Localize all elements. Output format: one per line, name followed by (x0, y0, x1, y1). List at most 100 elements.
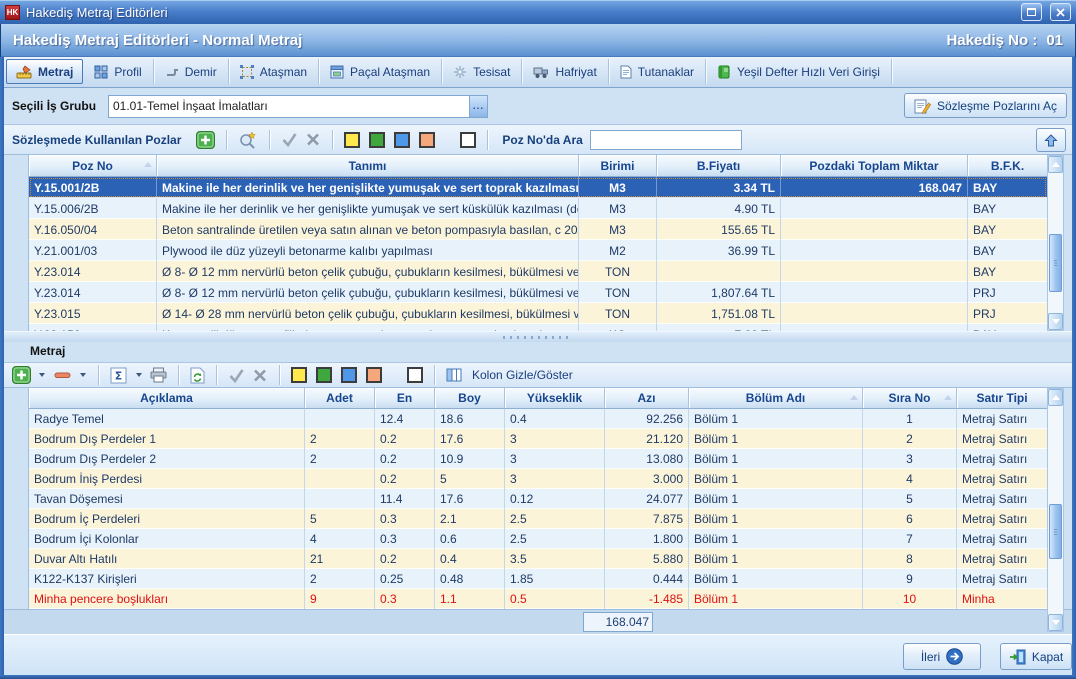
scroll-up-button[interactable] (1048, 389, 1063, 406)
cell-tanim: Kare ve dikdörtgen profillerle pencere v… (157, 324, 579, 331)
tab-2[interactable]: Demir (154, 59, 229, 84)
refresh-button[interactable] (190, 367, 205, 384)
metraj-scrollbar[interactable] (1047, 388, 1064, 632)
table-row[interactable]: Y.23.014Ø 8- Ø 12 mm nervürlü beton çeli… (29, 282, 1047, 303)
add-row-dropdown-icon[interactable] (39, 373, 45, 377)
column-header-5[interactable]: B.F.K. (968, 155, 1047, 177)
tab-4[interactable]: Paçal Ataşman (319, 59, 442, 84)
table-row[interactable]: Bodrum İniş Perdesi0.2533.000Bölüm 14Met… (29, 469, 1047, 489)
column-header-2[interactable]: En (375, 388, 435, 409)
color-swatch-2[interactable] (394, 132, 410, 148)
scroll-down-button[interactable] (1048, 614, 1063, 631)
cancel-icon[interactable] (305, 132, 321, 147)
browse-ellipsis-button[interactable]: ... (469, 96, 487, 117)
tab-5[interactable]: Tesisat (442, 59, 522, 84)
window-border-right (1072, 57, 1076, 679)
sum-dropdown-icon[interactable] (136, 373, 142, 377)
table-row[interactable]: Tavan Döşemesi11.417.60.1224.077Bölüm 15… (29, 489, 1047, 509)
table-row[interactable]: Y.23.015Ø 14- Ø 28 mm nervürlü beton çel… (29, 303, 1047, 324)
scroll-up-button[interactable] (1048, 156, 1063, 173)
confirm-icon[interactable] (281, 132, 298, 147)
close-button[interactable] (1050, 3, 1071, 21)
poz-search-input[interactable] (590, 130, 742, 150)
column-header-8[interactable]: Satır Tipi (957, 388, 1047, 409)
column-header-1[interactable]: Adet (305, 388, 375, 409)
table-row[interactable]: Y.16.050/04Beton santralinde üretilen ve… (29, 219, 1047, 240)
confirm-icon[interactable] (228, 368, 245, 383)
color-swatch-3[interactable] (419, 132, 435, 148)
cell-boy: 0.4 (435, 549, 505, 569)
collapse-panel-button[interactable] (1036, 128, 1066, 152)
column-header-4[interactable]: Yükseklik (505, 388, 605, 409)
color-swatch-1[interactable] (316, 367, 332, 383)
cell-boy: 0.48 (435, 569, 505, 589)
column-header-5[interactable]: Azı (605, 388, 689, 409)
tab-1[interactable]: Profil (83, 59, 153, 84)
scroll-thumb[interactable] (1049, 234, 1062, 292)
search-position-button[interactable] (238, 131, 258, 149)
color-swatch-0[interactable] (344, 132, 360, 148)
cell-bolum: Bölüm 1 (689, 509, 863, 529)
remove-row-dropdown-icon[interactable] (80, 373, 86, 377)
cell-tip: Metraj Satırı (957, 569, 1047, 589)
color-swatch-4[interactable] (407, 367, 423, 383)
work-group-combo[interactable]: 01.01-Temel İnşaat İmalatları ... (108, 95, 488, 118)
maximize-button[interactable] (1021, 3, 1042, 21)
color-swatch-3[interactable] (366, 367, 382, 383)
work-group-label: Seçili İş Grubu (12, 99, 108, 113)
cell-sira: 1 (863, 409, 957, 429)
column-header-1[interactable]: Tanımı (157, 155, 579, 177)
column-header-2[interactable]: Birimi (579, 155, 657, 177)
scroll-thumb[interactable] (1049, 504, 1062, 559)
tab-0[interactable]: Metraj (6, 59, 83, 84)
color-swatch-1[interactable] (369, 132, 385, 148)
cancel-icon[interactable] (252, 368, 268, 383)
table-row[interactable]: Bodrum İç Perdeleri50.32.12.57.875Bölüm … (29, 509, 1047, 529)
column-header-7[interactable]: Sıra No (863, 388, 957, 409)
cell-boy: 17.6 (435, 429, 505, 449)
table-row[interactable]: Y.23.014Ø 8- Ø 12 mm nervürlü beton çeli… (29, 261, 1047, 282)
tab-3[interactable]: Ataşman (229, 59, 319, 84)
add-position-button[interactable] (196, 131, 215, 149)
cell-azi: 3.000 (605, 469, 689, 489)
next-button[interactable]: İleri (903, 643, 981, 670)
sum-button[interactable]: Σ (110, 367, 128, 384)
cell-bolum: Bölüm 1 (689, 489, 863, 509)
column-header-4[interactable]: Pozdaki Toplam Miktar (781, 155, 968, 177)
color-swatch-2[interactable] (341, 367, 357, 383)
table-row[interactable]: Y.15.006/2BMakine ile her derinlik ve he… (29, 198, 1047, 219)
column-header-0[interactable]: Açıklama (29, 388, 305, 409)
tab-8[interactable]: Yeşil Defter Hızlı Veri Girişi (706, 59, 892, 84)
column-header-3[interactable]: Boy (435, 388, 505, 409)
table-row[interactable]: Bodrum Dış Perdeler 120.217.6321.120Bölü… (29, 429, 1047, 449)
cell-birim: M3 (579, 198, 657, 219)
table-row[interactable]: Radye Temel12.418.60.492.256Bölüm 11Metr… (29, 409, 1047, 429)
panel-splitter[interactable] (4, 331, 1072, 342)
tab-7[interactable]: Tutanaklar (609, 59, 706, 84)
column-header-6[interactable]: Bölüm Adı (689, 388, 863, 409)
scroll-down-button[interactable] (1048, 313, 1063, 330)
table-row[interactable]: Minha pencere boşlukları90.31.10.5-1.485… (29, 589, 1047, 609)
table-row[interactable]: Duvar Altı Hatılı210.20.43.55.880Bölüm 1… (29, 549, 1047, 569)
column-toggle-button[interactable]: Kolon Gizle/Göster (472, 368, 573, 382)
column-header-3[interactable]: B.Fiyatı (657, 155, 781, 177)
positions-scrollbar[interactable] (1047, 155, 1064, 331)
table-row[interactable]: Bodrum Dış Perdeler 220.210.9313.080Bölü… (29, 449, 1047, 469)
cell-tanim: Beton santralinde üretilen veya satın al… (157, 219, 579, 240)
print-button[interactable] (150, 367, 167, 383)
table-row[interactable]: Y.21.001/03Plywood ile düz yüzeyli beton… (29, 240, 1047, 261)
close-form-button[interactable]: Kapat (1000, 643, 1072, 670)
cell-en: 0.3 (375, 529, 435, 549)
table-row[interactable]: Y.15.001/2BMakine ile her derinlik ve he… (29, 177, 1047, 198)
color-swatch-4[interactable] (460, 132, 476, 148)
table-row[interactable]: Y.23.152Kare ve dikdörtgen profillerle p… (29, 324, 1047, 331)
column-header-0[interactable]: Poz No (29, 155, 157, 177)
remove-row-button[interactable] (53, 366, 72, 384)
color-swatch-0[interactable] (291, 367, 307, 383)
table-row[interactable]: Bodrum İçi Kolonlar40.30.62.51.800Bölüm … (29, 529, 1047, 549)
tab-6[interactable]: Hafriyat (522, 59, 608, 84)
cell-adet (305, 409, 375, 429)
add-row-button[interactable] (12, 366, 31, 384)
open-contract-positions-button[interactable]: Sözleşme Pozlarını Aç (904, 93, 1067, 118)
table-row[interactable]: K122-K137 Kirişleri20.250.481.850.444Böl… (29, 569, 1047, 589)
